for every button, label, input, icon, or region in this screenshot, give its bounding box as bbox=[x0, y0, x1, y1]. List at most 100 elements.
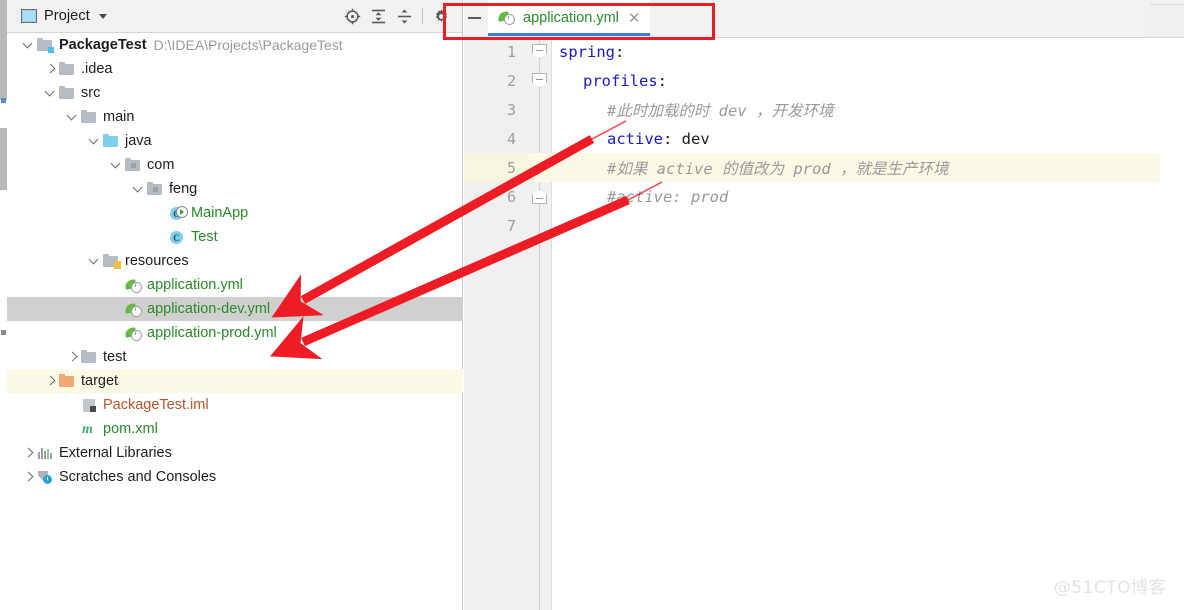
tree-row-label: src bbox=[81, 85, 101, 101]
code-line-6[interactable]: 6 #active: prod bbox=[464, 182, 1184, 211]
project-panel-toolbar bbox=[339, 0, 454, 32]
tree-row-scratches-and-consoles[interactable]: Scratches and Consoles bbox=[7, 465, 463, 489]
code-line-3[interactable]: 3 #此时加载的时 dev ，开发环境 bbox=[464, 95, 1184, 124]
tree-row-label: target bbox=[81, 373, 119, 389]
module-folder-icon bbox=[37, 37, 54, 53]
tree-row-label: resources bbox=[125, 253, 189, 269]
chevron-down-icon[interactable] bbox=[87, 134, 101, 148]
iml-file-icon bbox=[81, 397, 98, 413]
tree-row-label: pom.xml bbox=[103, 421, 158, 437]
chevron-right-icon[interactable] bbox=[21, 470, 35, 484]
project-path: D:\IDEA\Projects\PackageTest bbox=[153, 37, 343, 53]
line-number: 5 bbox=[506, 158, 516, 177]
tree-row-label: .idea bbox=[81, 61, 113, 77]
tree-row-label: PackageTest.iml bbox=[103, 397, 209, 413]
code-line-4[interactable]: 4 active: dev bbox=[464, 124, 1184, 153]
tree-row-application-prod-yml[interactable]: application-prod.yml bbox=[7, 321, 463, 345]
line-number: 3 bbox=[506, 100, 516, 119]
code-text: #如果 active 的值改为 prod ，就是生产环境 bbox=[607, 159, 949, 178]
tree-row-feng[interactable]: feng bbox=[7, 177, 463, 201]
ide-window: Project PackageTest D:\IDEA\Projects\Pac… bbox=[0, 0, 1184, 610]
tree-row-mainapp[interactable]: CMainApp bbox=[7, 201, 463, 225]
fold-marker-icon[interactable] bbox=[532, 73, 547, 88]
chevron-down-icon[interactable] bbox=[131, 182, 145, 196]
close-icon[interactable]: ✕ bbox=[628, 11, 641, 26]
tree-row-test[interactable]: test bbox=[7, 345, 463, 369]
tree-row-application-dev-yml[interactable]: application-dev.yml bbox=[7, 297, 463, 321]
gear-icon[interactable] bbox=[428, 3, 454, 29]
tree-row-label: Test bbox=[191, 229, 218, 245]
tree-row-label: MainApp bbox=[191, 205, 249, 221]
expand-all-icon[interactable] bbox=[365, 3, 391, 29]
yaml-file-icon bbox=[124, 325, 142, 341]
watermark: @51CTO博客 bbox=[1053, 578, 1166, 598]
fold-marker-icon[interactable] bbox=[532, 189, 547, 204]
tree-row-label: test bbox=[103, 349, 127, 365]
chevron-down-icon[interactable] bbox=[43, 86, 57, 100]
chevron-down-icon[interactable] bbox=[109, 158, 123, 172]
tree-row-src[interactable]: src bbox=[7, 81, 463, 105]
editor-tab-application-yml[interactable]: application.yml ✕ bbox=[488, 0, 650, 36]
tool-strip-marker bbox=[1, 98, 6, 103]
tree-row-com[interactable]: com bbox=[7, 153, 463, 177]
yaml-file-icon bbox=[124, 277, 142, 293]
excluded-folder-icon bbox=[59, 373, 76, 389]
tree-row-label: PackageTest bbox=[59, 37, 147, 53]
tree-row-label: application-dev.yml bbox=[147, 301, 271, 317]
chevron-down-icon[interactable] bbox=[65, 110, 79, 124]
tree-row-resources[interactable]: resources bbox=[7, 249, 463, 273]
tree-row-external-libraries[interactable]: External Libraries bbox=[7, 441, 463, 465]
maven-file-icon: m bbox=[82, 422, 93, 437]
chevron-right-icon[interactable] bbox=[43, 374, 57, 388]
chevron-down-icon[interactable] bbox=[87, 254, 101, 268]
chevron-down-icon[interactable] bbox=[98, 13, 107, 19]
code-text: #active: prod bbox=[607, 187, 729, 206]
yaml-file-icon bbox=[124, 301, 142, 317]
tree-row-pom-xml[interactable]: m pom.xml bbox=[7, 417, 463, 441]
tree-row-packagetest[interactable]: PackageTest D:\IDEA\Projects\PackageTest bbox=[7, 33, 463, 57]
editor-top-right-panel bbox=[1150, 4, 1183, 38]
editor-tab-label: application.yml bbox=[523, 10, 619, 26]
libraries-icon bbox=[37, 445, 54, 461]
project-tree[interactable]: PackageTest D:\IDEA\Projects\PackageTest.… bbox=[7, 33, 463, 610]
code-editor[interactable]: 1 spring: 2 profiles: 3 #此时加载的时 dev ，开发环境 4 act… bbox=[464, 37, 1184, 610]
code-line-1[interactable]: 1 spring: bbox=[464, 37, 1184, 66]
chevron-right-icon[interactable] bbox=[43, 62, 57, 76]
tree-row-target[interactable]: target bbox=[7, 369, 463, 393]
yaml-file-icon bbox=[497, 11, 516, 25]
tool-strip-segment bbox=[0, 0, 7, 100]
tree-row-main[interactable]: main bbox=[7, 105, 463, 129]
locate-icon[interactable] bbox=[339, 3, 365, 29]
chevron-right-icon[interactable] bbox=[65, 350, 79, 364]
fold-marker-icon[interactable] bbox=[532, 44, 547, 59]
code-line-7[interactable]: 7 bbox=[464, 211, 1184, 240]
chevron-right-icon[interactable] bbox=[21, 446, 35, 460]
tree-row-java[interactable]: java bbox=[7, 129, 463, 153]
project-panel-title: Project bbox=[44, 8, 90, 24]
tree-row-application-yml[interactable]: application.yml bbox=[7, 273, 463, 297]
collapse-all-icon[interactable] bbox=[391, 3, 417, 29]
resources-folder-icon bbox=[103, 253, 121, 269]
tree-row-label: com bbox=[147, 157, 175, 173]
tree-row-test[interactable]: C Test bbox=[7, 225, 463, 249]
minimize-icon[interactable] bbox=[464, 10, 484, 26]
code-text: spring: bbox=[559, 42, 625, 61]
line-number: 4 bbox=[506, 129, 516, 148]
tree-row-idea[interactable]: .idea bbox=[7, 57, 463, 81]
java-class-icon: C bbox=[169, 229, 186, 245]
chevron-down-icon[interactable] bbox=[21, 38, 35, 52]
package-folder-icon bbox=[125, 157, 142, 173]
editor-area: application.yml ✕ 1 spring: 2 profiles: 3 #此时… bbox=[464, 0, 1184, 610]
tree-row-packagetest-iml[interactable]: PackageTest.iml bbox=[7, 393, 463, 417]
folder-icon bbox=[81, 349, 98, 365]
code-line-2[interactable]: 2 profiles: bbox=[464, 66, 1184, 95]
line-number: 2 bbox=[506, 71, 516, 90]
project-title-dropdown[interactable]: Project bbox=[7, 8, 107, 24]
code-text: #此时加载的时 dev ，开发环境 bbox=[607, 101, 834, 120]
code-line-5[interactable]: 5 #如果 active 的值改为 prod ，就是生产环境 bbox=[464, 153, 1184, 182]
source-folder-icon bbox=[103, 133, 120, 149]
